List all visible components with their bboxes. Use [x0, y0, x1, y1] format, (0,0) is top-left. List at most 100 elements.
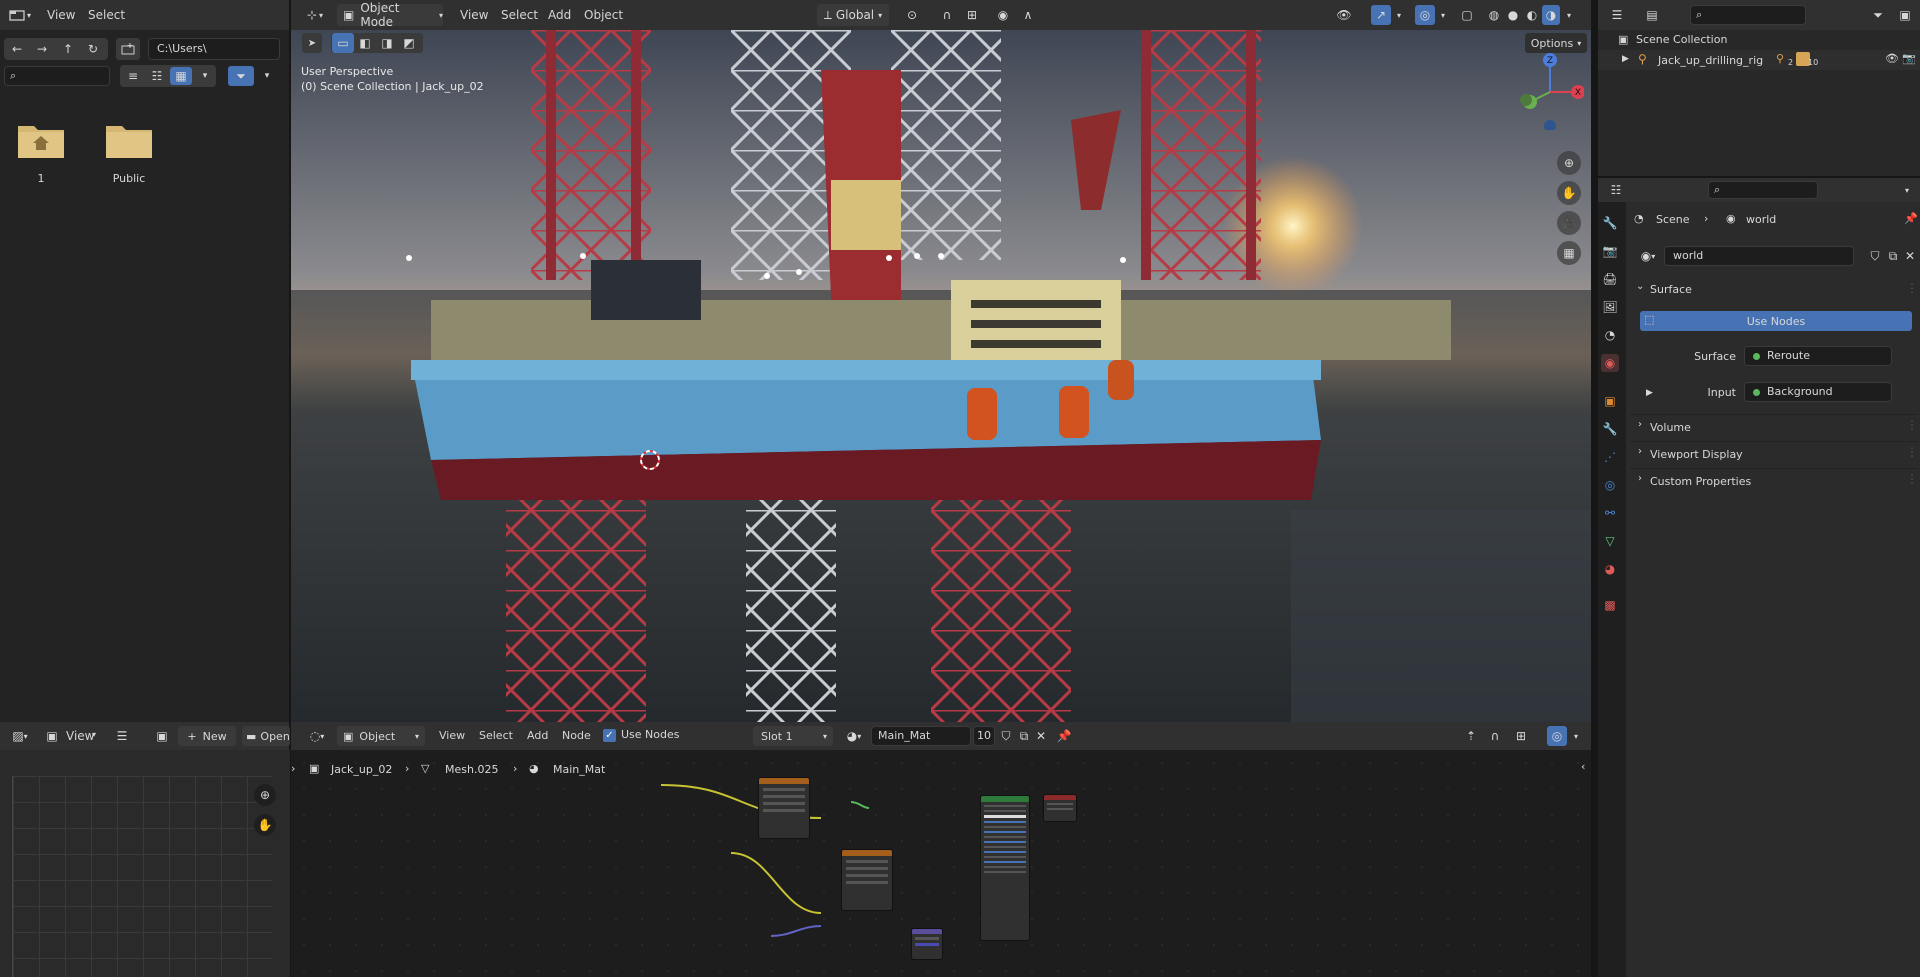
outliner-filter-dropdown[interactable]: ⏷	[1864, 5, 1892, 25]
parent-directory-button[interactable]: ↑	[57, 40, 79, 58]
drag-handle-icon[interactable]: ⋮	[1906, 281, 1918, 295]
unlink-material-button[interactable]: ✕	[1033, 726, 1049, 746]
custom-properties-panel-header[interactable]: › Custom Properties ⋮	[1630, 468, 1918, 490]
zoom-button[interactable]: ⊕	[1557, 151, 1581, 175]
menu-view[interactable]: View	[460, 0, 488, 30]
select-mode-extend[interactable]: ◧	[354, 33, 376, 53]
properties-search-input[interactable]: ⌕	[1708, 181, 1818, 199]
filter-search-input[interactable]: ⌕	[4, 66, 110, 86]
overlays-toggle[interactable]: ◎	[1415, 5, 1435, 25]
pin-icon[interactable]: 📌	[1904, 212, 1918, 225]
overlays-toggle[interactable]: ◎	[1547, 726, 1567, 746]
display-horizontal-list-button[interactable]: ☷	[146, 67, 168, 85]
interaction-mode-dropdown[interactable]: ▣ Object Mode ▾	[337, 1, 443, 29]
texture-tab-icon[interactable]: ▩	[1601, 596, 1619, 614]
menu-view[interactable]: View	[47, 0, 75, 30]
image-editor-canvas[interactable]: ⊕ ✋	[0, 750, 290, 977]
editor-mode-dropdown[interactable]: ▣	[42, 726, 62, 746]
display-mode-dropdown[interactable]: ▤	[1638, 5, 1666, 25]
data-tab-icon[interactable]: ▽	[1601, 532, 1619, 550]
display-vertical-list-button[interactable]: ≡	[122, 67, 144, 85]
fake-user-button[interactable]: ⛉	[997, 726, 1015, 746]
back-button[interactable]: ←	[6, 40, 28, 58]
editor-type-button[interactable]: ◌ ▾	[303, 726, 331, 746]
new-collection-button[interactable]: ▣	[1894, 5, 1916, 25]
normal-map-node[interactable]	[911, 928, 943, 960]
transform-orientation-dropdown[interactable]: ⟂ Global ▾	[817, 4, 889, 26]
shading-wireframe[interactable]: ◍	[1485, 5, 1503, 25]
node-editor-canvas[interactable]: › ▣ Jack_up_02 › ▽ Mesh.025 › ◕ Main_Mat…	[291, 750, 1591, 977]
overlays-dropdown[interactable]: ▾	[1569, 726, 1583, 746]
menu-object[interactable]: Object	[584, 0, 623, 30]
shading-rendered[interactable]: ◑	[1542, 5, 1560, 25]
render-tab-icon[interactable]: 📷	[1601, 242, 1619, 260]
material-browse-dropdown[interactable]: ◕ ▾	[839, 726, 869, 746]
editor-type-button[interactable]: ☷	[1602, 181, 1630, 199]
menu-add[interactable]: Add	[548, 0, 571, 30]
input-socket-field[interactable]: Background	[1744, 382, 1892, 402]
select-tool-button[interactable]: ➤	[302, 33, 322, 53]
display-options-dropdown[interactable]: ▾	[196, 67, 214, 85]
visibility-dropdown[interactable]: 👁	[1331, 5, 1357, 25]
snap-toggle[interactable]: ∩	[937, 5, 957, 25]
menu-node[interactable]: Node	[562, 721, 591, 751]
duplicate-world-button[interactable]: ⧉	[1884, 246, 1902, 266]
drag-handle-icon[interactable]: ⋮	[1906, 472, 1918, 486]
forward-button[interactable]: →	[31, 40, 53, 58]
viewport-display-panel-header[interactable]: › Viewport Display ⋮	[1630, 441, 1918, 463]
viewport-canvas[interactable]: ➤ ▭ ◧ ◨ ◩ Options ▾ User Perspective (0) …	[291, 30, 1591, 722]
new-image-button[interactable]: + New	[178, 726, 236, 746]
world-browse-dropdown[interactable]: ◉ ▾	[1634, 246, 1662, 266]
menu-hamburger[interactable]: ☰	[112, 726, 132, 746]
output-tab-icon[interactable]: 🖨	[1601, 270, 1619, 288]
zoom-button[interactable]: ⊕	[254, 784, 276, 806]
select-mode-invert[interactable]: ◩	[398, 33, 420, 53]
particles-tab-icon[interactable]: ⋰	[1601, 448, 1619, 466]
parent-node-tree-button[interactable]: ⇡	[1461, 726, 1481, 746]
camera-icon[interactable]: 📷	[1902, 52, 1916, 65]
drag-handle-icon[interactable]: ⋮	[1906, 418, 1918, 432]
tool-tab-icon[interactable]: 🔧	[1601, 214, 1619, 232]
drag-handle-icon[interactable]: ⋮	[1906, 445, 1918, 459]
snap-target-dropdown[interactable]: ⊞	[959, 5, 985, 25]
filter-options-dropdown[interactable]: ▾	[258, 67, 276, 85]
image-browse-dropdown[interactable]: ▣	[148, 726, 176, 746]
editor-type-button[interactable]: ▾	[6, 5, 34, 25]
pan-button[interactable]: ✋	[254, 814, 276, 836]
surface-socket-field[interactable]: Reroute	[1744, 346, 1892, 366]
pivot-point-dropdown[interactable]: ⊙	[899, 5, 925, 25]
outliner-search-input[interactable]: ⌕	[1690, 5, 1806, 25]
new-folder-button[interactable]	[116, 38, 140, 60]
filter-toggle-button[interactable]: ⏷	[228, 66, 254, 86]
refresh-button[interactable]: ↻	[82, 40, 104, 58]
pan-button[interactable]: ✋	[1557, 181, 1581, 205]
scene-tab-icon[interactable]: ◔	[1601, 326, 1619, 344]
shading-dropdown[interactable]: ▾	[1562, 5, 1576, 25]
gizmo-toggle[interactable]: ↗	[1371, 5, 1391, 25]
editor-type-button[interactable]: ⊹ ▾	[301, 5, 329, 25]
shader-type-dropdown[interactable]: ▣ Object ▾	[337, 726, 425, 746]
material-users-count[interactable]: 10	[973, 726, 995, 746]
path-field[interactable]: C:\Users\	[148, 38, 280, 60]
folder-item-public[interactable]: Public	[98, 118, 160, 198]
world-name-field[interactable]: world	[1664, 246, 1854, 266]
open-image-button[interactable]: ▬ Open	[242, 726, 290, 746]
volume-panel-header[interactable]: › Volume ⋮	[1630, 414, 1918, 436]
modifier-tab-icon[interactable]: 🔧	[1601, 420, 1619, 438]
menu-add[interactable]: Add	[527, 721, 548, 751]
material-output-node[interactable]	[1043, 794, 1077, 822]
shading-solid[interactable]: ●	[1504, 5, 1522, 25]
gizmo-dropdown[interactable]: ▾	[1392, 5, 1406, 25]
select-mode-new[interactable]: ▭	[332, 33, 354, 53]
material-name-field[interactable]: Main_Mat	[871, 726, 971, 746]
editor-type-button[interactable]: ☰	[1604, 5, 1630, 25]
slot-dropdown[interactable]: Slot 1 ▾	[753, 726, 833, 746]
outliner-row-scene-collection[interactable]: ▣ Scene Collection	[1598, 30, 1920, 50]
editor-type-button[interactable]: ▨ ▾	[6, 726, 34, 746]
falloff-dropdown[interactable]: ∧	[1015, 5, 1041, 25]
disclosure-triangle-icon[interactable]: ▶	[1622, 54, 1629, 64]
proportional-edit-toggle[interactable]: ◉	[993, 5, 1013, 25]
camera-view-button[interactable]: 🎥	[1557, 211, 1581, 235]
material-tab-icon[interactable]: ◕	[1601, 560, 1619, 578]
object-tab-icon[interactable]: ▣	[1601, 392, 1619, 410]
